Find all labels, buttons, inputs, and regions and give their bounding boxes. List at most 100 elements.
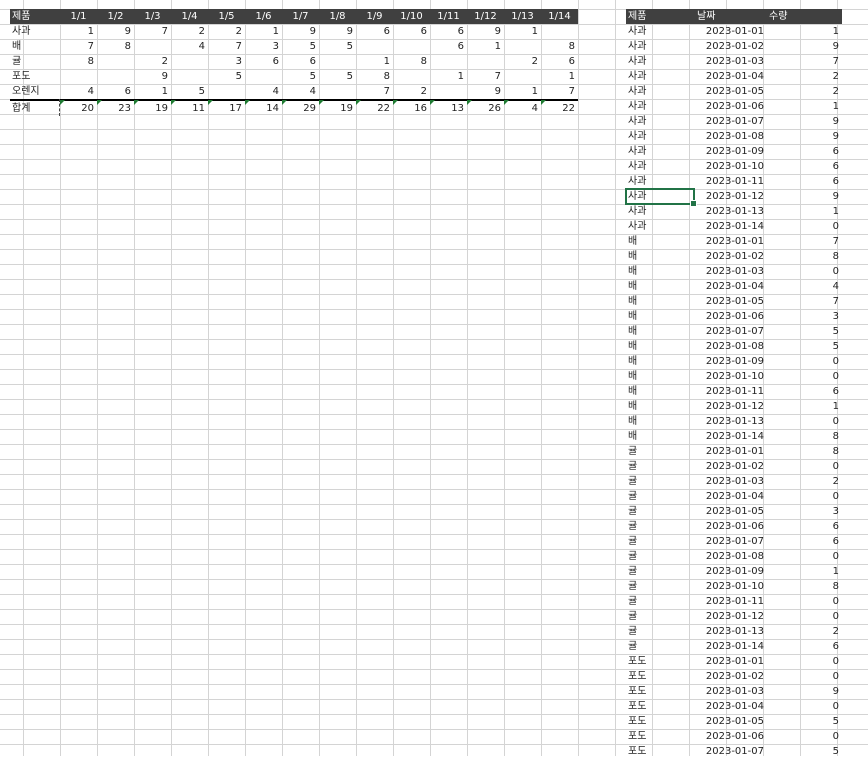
source-qty[interactable]: 6 <box>767 174 842 189</box>
source-date[interactable]: 2023-01-01 <box>695 654 767 669</box>
source-product[interactable]: 사과 <box>626 24 695 39</box>
pivot-cell[interactable]: 7 <box>356 84 393 99</box>
source-product[interactable]: 사과 <box>626 99 695 114</box>
source-product[interactable]: 포도 <box>626 654 695 669</box>
source-date[interactable]: 2023-01-10 <box>695 369 767 384</box>
pivot-row-label[interactable]: 오렌지 <box>10 84 60 99</box>
source-date[interactable]: 2023-01-13 <box>695 204 767 219</box>
source-product[interactable]: 사과 <box>626 174 695 189</box>
source-date[interactable]: 2023-01-12 <box>695 189 767 204</box>
source-product[interactable]: 귤 <box>626 564 695 579</box>
source-qty[interactable]: 9 <box>767 189 842 204</box>
source-qty[interactable]: 0 <box>767 264 842 279</box>
source-qty[interactable]: 0 <box>767 549 842 564</box>
source-product[interactable]: 배 <box>626 249 695 264</box>
source-qty[interactable]: 9 <box>767 39 842 54</box>
source-product[interactable]: 배 <box>626 354 695 369</box>
pivot-header-product[interactable]: 제품 <box>10 9 60 24</box>
pivot-cell[interactable]: 8 <box>97 39 134 54</box>
pivot-total-cell[interactable]: 29 <box>282 99 319 114</box>
pivot-cell[interactable] <box>97 69 134 84</box>
pivot-cell[interactable]: 6 <box>245 54 282 69</box>
source-qty[interactable]: 8 <box>767 579 842 594</box>
source-product[interactable]: 귤 <box>626 534 695 549</box>
source-qty[interactable]: 1 <box>767 99 842 114</box>
source-date[interactable]: 2023-01-03 <box>695 474 767 489</box>
pivot-cell[interactable] <box>541 24 578 39</box>
source-qty[interactable]: 0 <box>767 219 842 234</box>
source-qty[interactable]: 0 <box>767 669 842 684</box>
source-product[interactable]: 사과 <box>626 114 695 129</box>
pivot-header-date[interactable]: 1/7 <box>282 9 319 24</box>
pivot-header-date[interactable]: 1/5 <box>208 9 245 24</box>
pivot-cell[interactable]: 4 <box>282 84 319 99</box>
pivot-total-cell[interactable]: 14 <box>245 99 282 114</box>
source-date[interactable]: 2023-01-12 <box>695 399 767 414</box>
source-product[interactable]: 사과 <box>626 54 695 69</box>
source-date[interactable]: 2023-01-14 <box>695 639 767 654</box>
source-qty[interactable]: 3 <box>767 504 842 519</box>
source-product[interactable]: 배 <box>626 384 695 399</box>
source-date[interactable]: 2023-01-07 <box>695 114 767 129</box>
pivot-cell[interactable]: 7 <box>134 24 171 39</box>
pivot-cell[interactable]: 2 <box>208 24 245 39</box>
pivot-cell[interactable]: 9 <box>467 84 504 99</box>
source-qty[interactable]: 6 <box>767 144 842 159</box>
source-product[interactable]: 귤 <box>626 594 695 609</box>
source-qty[interactable]: 5 <box>767 339 842 354</box>
pivot-cell[interactable] <box>504 39 541 54</box>
source-product[interactable]: 배 <box>626 324 695 339</box>
source-qty[interactable]: 9 <box>767 684 842 699</box>
pivot-total-cell[interactable]: 22 <box>541 99 578 114</box>
source-date[interactable]: 2023-01-09 <box>695 144 767 159</box>
source-product[interactable]: 사과 <box>626 129 695 144</box>
pivot-cell[interactable]: 6 <box>356 24 393 39</box>
source-date[interactable]: 2023-01-13 <box>695 414 767 429</box>
pivot-cell[interactable]: 8 <box>60 54 97 69</box>
source-product[interactable]: 귤 <box>626 504 695 519</box>
source-qty[interactable]: 0 <box>767 369 842 384</box>
pivot-cell[interactable]: 9 <box>282 24 319 39</box>
pivot-cell[interactable]: 8 <box>393 54 430 69</box>
pivot-total-cell[interactable]: 17 <box>208 99 245 114</box>
source-date[interactable]: 2023-01-07 <box>695 534 767 549</box>
source-qty[interactable]: 0 <box>767 489 842 504</box>
source-qty[interactable]: 8 <box>767 444 842 459</box>
source-qty[interactable]: 6 <box>767 519 842 534</box>
source-date[interactable]: 2023-01-06 <box>695 729 767 744</box>
pivot-total-cell[interactable]: 23 <box>97 99 134 114</box>
source-product[interactable]: 사과 <box>626 69 695 84</box>
source-qty[interactable]: 2 <box>767 624 842 639</box>
pivot-header-date[interactable]: 1/1 <box>60 9 97 24</box>
pivot-cell[interactable]: 3 <box>245 39 282 54</box>
pivot-cell[interactable]: 1 <box>356 54 393 69</box>
source-date[interactable]: 2023-01-13 <box>695 624 767 639</box>
source-qty[interactable]: 5 <box>767 324 842 339</box>
source-date[interactable]: 2023-01-10 <box>695 579 767 594</box>
source-qty[interactable]: 6 <box>767 534 842 549</box>
source-date[interactable]: 2023-01-11 <box>695 384 767 399</box>
pivot-cell[interactable]: 1 <box>467 39 504 54</box>
source-date[interactable]: 2023-01-01 <box>695 24 767 39</box>
source-qty[interactable]: 5 <box>767 714 842 729</box>
source-product[interactable]: 포도 <box>626 699 695 714</box>
source-date[interactable]: 2023-01-14 <box>695 429 767 444</box>
source-product[interactable]: 배 <box>626 399 695 414</box>
source-qty[interactable]: 3 <box>767 309 842 324</box>
pivot-total-cell[interactable]: 26 <box>467 99 504 114</box>
pivot-header-date[interactable]: 1/9 <box>356 9 393 24</box>
source-product[interactable]: 배 <box>626 339 695 354</box>
pivot-header-date[interactable]: 1/2 <box>97 9 134 24</box>
pivot-cell[interactable]: 2 <box>393 84 430 99</box>
pivot-header-date[interactable]: 1/14 <box>541 9 578 24</box>
pivot-cell[interactable] <box>319 84 356 99</box>
source-product[interactable]: 포도 <box>626 714 695 729</box>
source-qty[interactable]: 6 <box>767 384 842 399</box>
source-date[interactable]: 2023-01-05 <box>695 504 767 519</box>
source-date[interactable]: 2023-01-02 <box>695 39 767 54</box>
source-qty[interactable]: 2 <box>767 69 842 84</box>
source-qty[interactable]: 7 <box>767 294 842 309</box>
pivot-header-date[interactable]: 1/11 <box>430 9 467 24</box>
pivot-total-cell[interactable]: 19 <box>134 99 171 114</box>
pivot-cell[interactable]: 5 <box>319 39 356 54</box>
